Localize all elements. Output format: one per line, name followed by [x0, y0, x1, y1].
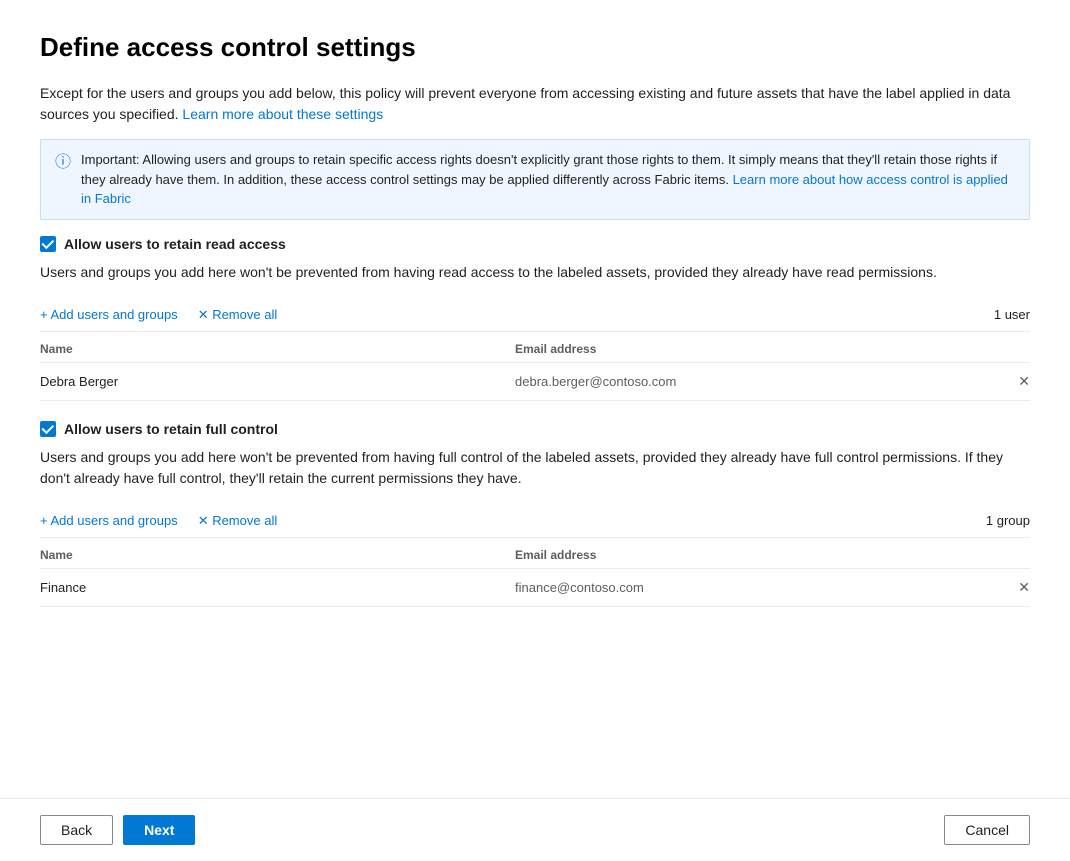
read-access-count: 1 user [994, 307, 1030, 322]
read-access-add-button[interactable]: + Add users and groups [40, 307, 178, 322]
read-access-checkbox[interactable] [40, 236, 56, 252]
read-access-actions-left: + Add users and groups ✕ Remove all [40, 307, 277, 323]
page-title: Define access control settings [40, 32, 1030, 63]
intro-link[interactable]: Learn more about these settings [182, 106, 383, 122]
read-access-remove-button[interactable]: ✕ [990, 373, 1030, 390]
footer-left-buttons: Back Next [40, 815, 195, 845]
full-control-col-email: Email address [515, 548, 990, 562]
read-access-section: Allow users to retain read access Users … [40, 236, 1030, 401]
footer: Back Next Cancel [0, 798, 1070, 861]
full-control-description: Users and groups you add here won't be p… [40, 447, 1030, 489]
read-access-description: Users and groups you add here won't be p… [40, 262, 1030, 283]
read-access-checkbox-row: Allow users to retain read access [40, 236, 1030, 252]
intro-text: Except for the users and groups you add … [40, 83, 1030, 125]
read-access-name-cell: Debra Berger [40, 374, 515, 389]
full-control-actions-row: + Add users and groups ✕ Remove all 1 gr… [40, 505, 1030, 538]
full-control-label: Allow users to retain full control [64, 421, 278, 437]
full-control-table-header: Name Email address [40, 538, 1030, 569]
read-access-actions-row: + Add users and groups ✕ Remove all 1 us… [40, 299, 1030, 332]
full-control-checkbox-row: Allow users to retain full control [40, 421, 1030, 437]
full-control-col-name: Name [40, 548, 515, 562]
read-access-col-name: Name [40, 342, 515, 356]
info-icon: ⓘ [55, 151, 71, 209]
full-control-add-button[interactable]: + Add users and groups [40, 513, 178, 528]
full-control-checkbox[interactable] [40, 421, 56, 437]
read-access-table-header: Name Email address [40, 332, 1030, 363]
back-button[interactable]: Back [40, 815, 113, 845]
read-access-col-email: Email address [515, 342, 990, 356]
full-control-actions-left: + Add users and groups ✕ Remove all [40, 513, 277, 529]
read-access-table-row: Debra Berger debra.berger@contoso.com ✕ [40, 363, 1030, 401]
full-control-email-cell: finance@contoso.com [515, 580, 990, 595]
full-control-section: Allow users to retain full control Users… [40, 421, 1030, 607]
full-control-table-row: Finance finance@contoso.com ✕ [40, 569, 1030, 607]
next-button[interactable]: Next [123, 815, 195, 845]
full-control-name-cell: Finance [40, 580, 515, 595]
read-access-remove-all-button[interactable]: ✕ Remove all [198, 307, 278, 323]
full-control-remove-button[interactable]: ✕ [990, 579, 1030, 596]
info-box: ⓘ Important: Allowing users and groups t… [40, 139, 1030, 220]
full-control-count: 1 group [986, 513, 1030, 528]
cancel-button[interactable]: Cancel [944, 815, 1030, 845]
full-control-remove-all-button[interactable]: ✕ Remove all [198, 513, 278, 529]
read-access-email-cell: debra.berger@contoso.com [515, 374, 990, 389]
read-access-label: Allow users to retain read access [64, 236, 286, 252]
